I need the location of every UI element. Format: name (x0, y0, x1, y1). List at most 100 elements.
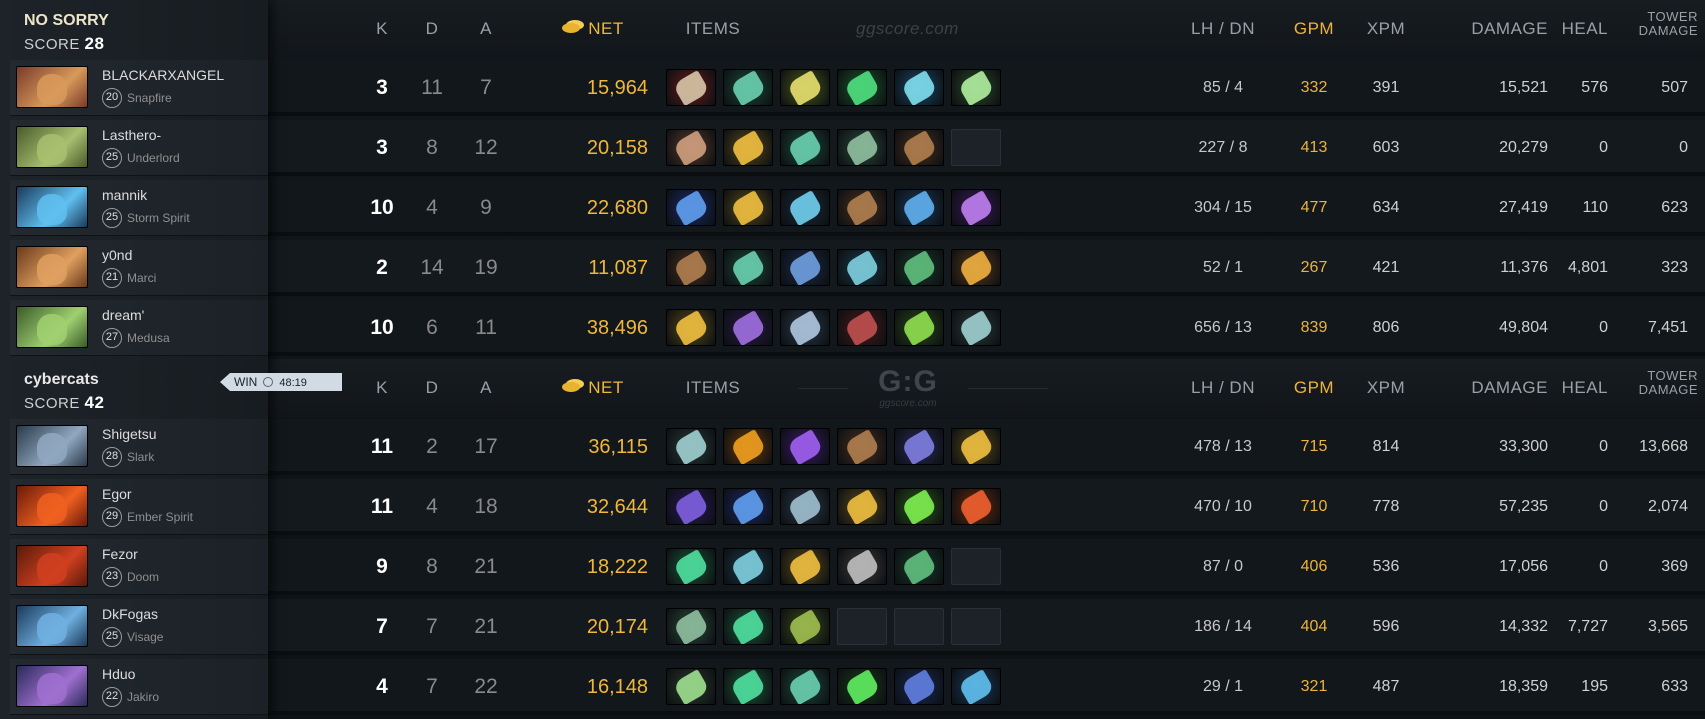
player-name[interactable]: DkFogas (102, 606, 158, 622)
item-slot-icon[interactable] (837, 668, 887, 705)
item-slot-icon[interactable] (894, 428, 944, 465)
item-slot-icon[interactable] (837, 129, 887, 166)
item-slot-icon[interactable] (666, 249, 716, 286)
item-slot-icon[interactable] (837, 548, 887, 585)
item-slot-icon[interactable] (894, 548, 944, 585)
player-name[interactable]: Egor (102, 486, 132, 502)
item-slot-icon[interactable] (666, 129, 716, 166)
player-card[interactable]: y0nd 21 Marci (10, 240, 268, 296)
item-slot-icon[interactable] (723, 668, 773, 705)
item-slot-icon[interactable] (666, 488, 716, 525)
item-slot-icon[interactable] (951, 249, 1001, 286)
player-name[interactable]: dream' (102, 307, 144, 323)
hero-portrait[interactable] (16, 425, 88, 467)
kills: 3 (376, 76, 388, 99)
item-slot-icon[interactable] (723, 69, 773, 106)
player-card[interactable]: Egor 29 Ember Spirit (10, 479, 268, 535)
item-glyph (729, 549, 767, 584)
deaths: 14 (420, 256, 444, 279)
hero-portrait[interactable] (16, 485, 88, 527)
item-slot-icon[interactable] (894, 309, 944, 346)
item-slot-icon[interactable] (894, 488, 944, 525)
hero-damage: 11,376 (1500, 259, 1548, 276)
item-slot-icon[interactable] (837, 309, 887, 346)
item-slot-icon[interactable] (894, 69, 944, 106)
hero-portrait[interactable] (16, 665, 88, 707)
player-card[interactable]: DkFogas 25 Visage (10, 599, 268, 655)
item-slot-icon[interactable] (723, 548, 773, 585)
player-name[interactable]: BLACKARXANGEL (102, 67, 224, 83)
player-name[interactable]: Lasthero- (102, 127, 161, 143)
win-badge: WIN 48:19 (220, 373, 342, 391)
item-slot-icon[interactable] (837, 69, 887, 106)
hero-portrait[interactable] (16, 605, 88, 647)
item-slot-icon[interactable] (723, 488, 773, 525)
item-slot-icon[interactable] (780, 69, 830, 106)
hero-portrait[interactable] (16, 306, 88, 348)
item-slot-icon[interactable] (837, 189, 887, 226)
player-card[interactable]: mannik 25 Storm Spirit (10, 180, 268, 236)
hero-portrait[interactable] (16, 246, 88, 288)
item-slot-icon[interactable] (894, 249, 944, 286)
hero-portrait[interactable] (16, 126, 88, 168)
item-slot-icon[interactable] (837, 488, 887, 525)
item-slot-icon[interactable] (780, 189, 830, 226)
hero-name: Slark (127, 450, 155, 464)
item-slot-icon[interactable] (666, 668, 716, 705)
item-slot-icon[interactable] (723, 249, 773, 286)
item-slot-icon[interactable] (837, 249, 887, 286)
item-slot-icon[interactable] (780, 608, 830, 645)
item-slot-icon[interactable] (951, 309, 1001, 346)
item-slot-icon[interactable] (951, 428, 1001, 465)
item-slot-icon[interactable] (723, 129, 773, 166)
item-slot-icon[interactable] (951, 69, 1001, 106)
item-slot-icon[interactable] (951, 668, 1001, 705)
item-slot-icon[interactable] (666, 548, 716, 585)
item-slot-icon[interactable] (951, 189, 1001, 226)
hero-portrait[interactable] (16, 66, 88, 108)
player-name[interactable]: Hduo (102, 666, 135, 682)
item-slot-icon[interactable] (894, 668, 944, 705)
deaths: 6 (426, 316, 438, 339)
item-glyph (672, 489, 710, 524)
hero-portrait[interactable] (16, 186, 88, 228)
item-slot-icon[interactable] (951, 488, 1001, 525)
tower-damage: 369 (1661, 558, 1688, 575)
player-name[interactable]: mannik (102, 187, 147, 203)
player-name[interactable]: y0nd (102, 247, 132, 263)
player-card[interactable]: Fezor 23 Doom (10, 539, 268, 595)
item-slot-icon[interactable] (780, 249, 830, 286)
player-card[interactable]: Lasthero- 25 Underlord (10, 120, 268, 176)
header-items: ITEMS (685, 378, 741, 397)
item-slot-icon[interactable] (723, 608, 773, 645)
item-slot-icon[interactable] (666, 608, 716, 645)
player-card[interactable]: Shigetsu 28 Slark (10, 419, 268, 475)
item-slot-icon[interactable] (780, 668, 830, 705)
hero-portrait[interactable] (16, 545, 88, 587)
player-card[interactable]: BLACKARXANGEL 20 Snapfire (10, 60, 268, 116)
player-list-panel: NO SORRY SCORE 28 cybercats SCORE 42 BLA… (0, 0, 268, 719)
tower-damage: 323 (1661, 259, 1688, 276)
player-card[interactable]: Hduo 22 Jakiro (10, 659, 268, 715)
empty-item-slot (951, 608, 1001, 645)
item-slot-icon[interactable] (723, 309, 773, 346)
item-slot-icon[interactable] (780, 428, 830, 465)
item-glyph (786, 190, 824, 225)
item-slot-icon[interactable] (723, 189, 773, 226)
player-card[interactable]: dream' 27 Medusa (10, 300, 268, 356)
item-slot-icon[interactable] (666, 189, 716, 226)
item-slot-icon[interactable] (837, 428, 887, 465)
player-name[interactable]: Fezor (102, 546, 138, 562)
item-slot-icon[interactable] (780, 309, 830, 346)
item-slot-icon[interactable] (723, 428, 773, 465)
item-slot-icon[interactable] (780, 488, 830, 525)
item-slot-icon[interactable] (894, 189, 944, 226)
player-name[interactable]: Shigetsu (102, 426, 156, 442)
item-slot-icon[interactable] (666, 428, 716, 465)
tower-damage: 633 (1661, 678, 1688, 695)
item-slot-icon[interactable] (894, 129, 944, 166)
item-slot-icon[interactable] (666, 309, 716, 346)
item-slot-icon[interactable] (780, 548, 830, 585)
item-slot-icon[interactable] (666, 69, 716, 106)
item-slot-icon[interactable] (780, 129, 830, 166)
